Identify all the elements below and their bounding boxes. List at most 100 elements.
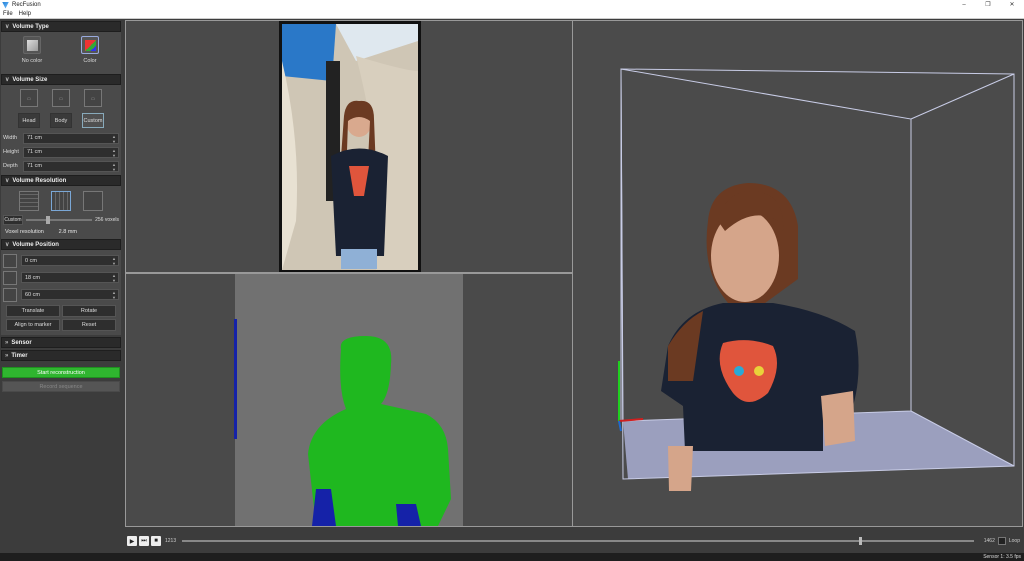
chevron-down-icon: ∨ [5,77,10,83]
size-medium-icon[interactable]: □ [52,89,70,107]
chevron-down-icon: ∨ [5,178,10,184]
color-cube-icon [81,36,99,54]
start-frame: 1213 [165,538,177,544]
size-large-icon[interactable]: □ [84,89,102,107]
chevron-right-icon: » [5,339,9,346]
volume-size-header[interactable]: ∨ Volume Size [1,74,121,85]
option-label: No color [21,58,43,64]
option-label: Color [83,58,97,64]
depth-field[interactable]: 71 cm ▲ ▼ [23,160,119,172]
axis-z-icon [3,287,17,302]
reconstruction-3d-view [572,20,1023,527]
position-x-field[interactable]: 0 cm ▲ ▼ [21,255,119,266]
axis-y-icon [3,270,17,285]
res-low-icon[interactable] [19,191,39,211]
preset-head-button[interactable]: Head [18,113,40,128]
volume-position-header[interactable]: ∨ Volume Position [1,239,121,250]
restore-icon[interactable]: ❐ [976,0,1000,10]
chevron-down-icon: ∨ [5,24,10,30]
volume-position-panel: 0 cm ▲ ▼ 18 cm ▲ ▼ 60 cm ▲ ▼ Translate Rotate … [1,250,121,335]
playback-bar: ▶ ⏭ ■ 1213 1462 Loop [125,532,1024,550]
volume-resolution-panel: Custom 256 voxels Voxel resolution 2.8 m… [1,186,121,239]
align-to-marker-button[interactable]: Align to marker [6,319,60,331]
res-medium-icon[interactable] [51,191,71,211]
axis-x-icon [3,253,17,268]
menu-file[interactable]: File [0,11,16,17]
no-color-option[interactable]: No color [12,36,52,64]
start-reconstruction-button[interactable]: Start reconstruction [2,367,120,378]
spinner-icon[interactable]: ▲ ▼ [112,148,116,158]
record-sequence-button[interactable]: Record sequence [2,381,120,392]
res-high-icon[interactable] [83,191,103,211]
voxel-count: 256 voxels [95,217,119,223]
voxel-resolution-label: Voxel resolution [5,228,44,235]
sensor-header[interactable]: » Sensor [1,337,121,348]
depth-camera-view [125,273,573,527]
play-icon[interactable]: ▶ [127,536,137,546]
position-x-value: 0 cm [25,257,37,264]
depth-image [126,274,572,526]
spinner-icon[interactable]: ▲ ▼ [112,256,116,266]
slider-handle[interactable] [45,216,50,224]
height-value: 71 cm [27,149,42,155]
height-field[interactable]: 71 cm ▲ ▼ [23,146,119,158]
resolution-mode[interactable]: Custom [3,215,23,225]
position-y-field[interactable]: 18 cm ▲ ▼ [21,272,119,283]
loop-checkbox[interactable] [997,537,1006,545]
width-value: 71 cm [27,135,42,141]
translate-button[interactable]: Translate [6,305,60,317]
end-frame: 1462 [983,538,995,544]
chevron-down-icon: ∨ [5,242,10,248]
gray-cube-icon [23,36,41,54]
spinner-icon[interactable]: ▲ ▼ [112,290,116,300]
rotate-button[interactable]: Rotate [62,305,116,317]
section-title: Volume Position [12,241,59,248]
stop-icon[interactable]: ■ [151,536,161,546]
section-title: Volume Size [12,76,48,83]
depth-label: Depth [3,163,18,169]
timeline-slider[interactable] [182,537,974,545]
chevron-right-icon: » [5,352,9,359]
color-option[interactable]: Color [70,36,110,64]
volume-size-panel: □ □ □ Head Body Custom Width 71 cm ▲ ▼ Hei… [1,85,121,175]
position-z-field[interactable]: 60 cm ▲ ▼ [21,289,119,300]
size-small-icon[interactable]: □ [20,89,38,107]
spinner-icon[interactable]: ▲ ▼ [112,162,116,172]
preset-custom-button[interactable]: Custom [82,113,104,128]
spinner-icon[interactable]: ▲ ▼ [112,273,116,283]
width-field[interactable]: 71 cm ▲ ▼ [23,132,119,144]
position-z-value: 60 cm [25,291,40,298]
app-logo-icon [2,1,9,9]
menu-help[interactable]: Help [16,11,34,17]
step-forward-icon[interactable]: ⏭ [139,536,149,546]
camera-image [279,21,421,272]
volume-type-panel: No color Color [1,32,121,74]
timeline-handle[interactable] [858,537,862,545]
voxel-resolution-value: 2.8 mm [58,228,77,235]
section-title: Timer [11,352,28,359]
menu-bar: File Help [0,10,1024,19]
section-title: Sensor [11,339,32,346]
spinner-icon[interactable]: ▲ ▼ [112,134,116,144]
position-y-value: 18 cm [25,274,40,281]
volume-resolution-header[interactable]: ∨ Volume Resolution [1,175,121,186]
preset-body-button[interactable]: Body [50,113,72,128]
reconstruction-canvas [618,68,1015,491]
status-bar: Sensor 1: 3.5 fps [0,553,1024,561]
loop-label: Loop [1008,538,1020,544]
section-title: Volume Type [12,23,49,30]
depth-value: 71 cm [27,163,42,169]
window-title: RecFusion [12,2,41,8]
section-title: Volume Resolution [12,177,67,184]
close-icon[interactable]: ✕ [1000,0,1024,10]
sidebar: ∨ Volume Type No color Color ∨ Volume Si… [1,21,121,556]
volume-type-header[interactable]: ∨ Volume Type [1,21,121,32]
timer-header[interactable]: » Timer [1,350,121,361]
color-camera-view [125,20,573,273]
minimize-icon[interactable]: – [952,0,976,10]
title-bar: RecFusion – ❐ ✕ [0,0,1024,10]
width-label: Width [3,135,18,141]
reset-button[interactable]: Reset [62,319,116,331]
resolution-slider[interactable] [26,216,93,224]
height-label: Height [3,149,19,155]
